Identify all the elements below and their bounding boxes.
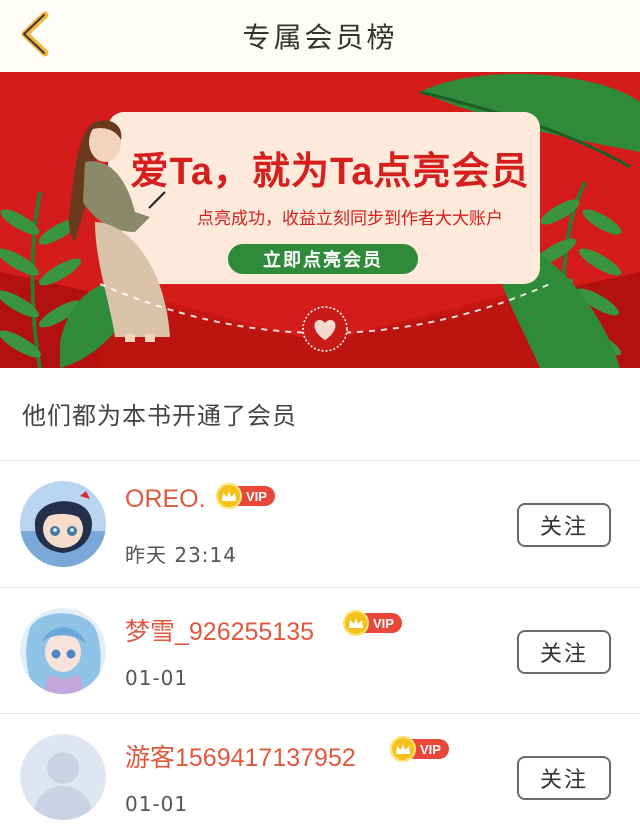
member-name[interactable]: 梦雪_926255135 (125, 612, 314, 648)
follow-button[interactable]: 关注 (517, 756, 611, 800)
list-item: 梦雪_926255135 VIP 01-01 关注 (0, 588, 640, 714)
list-item: 游客1569417137952 VIP 01-01 关注 (0, 714, 640, 840)
vip-badge: VIP (216, 483, 275, 509)
heart-seal-icon (302, 306, 348, 352)
page-title: 专属会员榜 (242, 21, 398, 54)
banner-headline: 爱Ta，就为Ta点亮会员 (130, 151, 530, 193)
member-time: 01-01 (125, 666, 189, 690)
member-name[interactable]: OREO. (125, 485, 206, 514)
avatar[interactable] (20, 734, 106, 820)
anime-girl-avatar-icon (20, 481, 106, 567)
vip-badge: VIP (343, 610, 402, 636)
crown-icon (216, 483, 242, 509)
member-name[interactable]: 游客1569417137952 (125, 738, 356, 774)
vip-badge: VIP (390, 736, 449, 762)
follow-button[interactable]: 关注 (517, 503, 611, 547)
avatar[interactable] (20, 608, 106, 694)
member-time: 01-01 (125, 792, 189, 816)
avatar[interactable] (20, 481, 106, 567)
banner-subtitle: 点亮成功，收益立刻同步到作者大大账户 (197, 209, 503, 229)
crown-icon (390, 736, 416, 762)
light-up-membership-button[interactable]: 立即点亮会员 (228, 244, 418, 274)
member-time: 昨天 23:14 (125, 543, 237, 567)
default-user-avatar-icon (20, 734, 106, 820)
promo-banner[interactable]: 爱Ta，就为Ta点亮会员 点亮成功，收益立刻同步到作者大大账户 立即点亮会员 (0, 72, 640, 368)
blue-hair-anime-avatar-icon (20, 608, 106, 694)
list-item: OREO. VIP 昨天 23:14 关注 (0, 461, 640, 587)
top-bar: 专属会员榜 (0, 0, 640, 72)
crown-icon (343, 610, 369, 636)
follow-button[interactable]: 关注 (517, 630, 611, 674)
section-title: 他们都为本书开通了会员 (22, 402, 297, 430)
